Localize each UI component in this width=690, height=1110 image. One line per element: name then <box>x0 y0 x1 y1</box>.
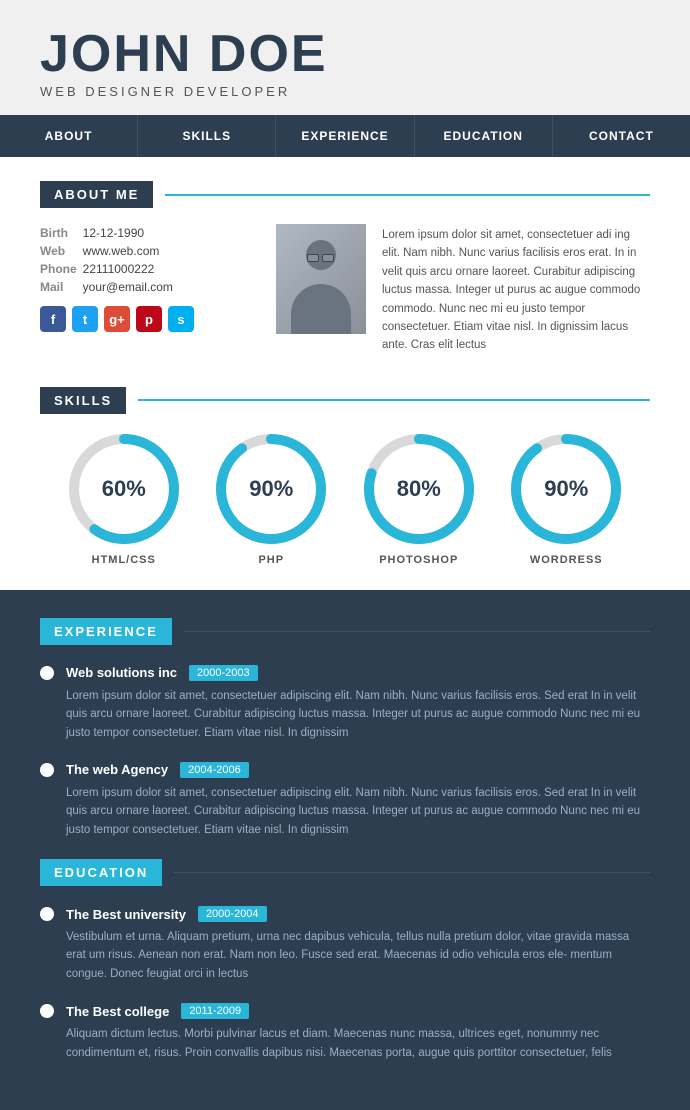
experience-list: Web solutions inc 2000-2003 Lorem ipsum … <box>40 665 650 839</box>
about-bio: Lorem ipsum dolor sit amet, consectetuer… <box>382 224 650 355</box>
dark-section: EXPERIENCE Web solutions inc 2000-2003 L… <box>0 590 690 1110</box>
mail-label: Mail <box>40 278 83 296</box>
skype-icon[interactable]: s <box>168 306 194 332</box>
about-info: Birth 12-12-1990 Web www.web.com Phone 2… <box>40 224 260 296</box>
edu-item-header: The Best college 2011-2009 <box>40 1003 650 1019</box>
skill-name: PHOTOSHOP <box>379 554 458 566</box>
skills-charts: 60% HTML/CSS 90% PHP 80% PHOTOSHOP 90% W… <box>40 434 650 566</box>
exp-company: Web solutions inc <box>66 665 177 680</box>
photo-glasses <box>307 254 335 262</box>
googleplus-icon[interactable]: g+ <box>104 306 130 332</box>
skill-item: 60% HTML/CSS <box>69 434 179 566</box>
donut-chart: 90% <box>216 434 326 544</box>
nav-contact[interactable]: CONTACT <box>553 115 690 157</box>
exp-years: 2000-2003 <box>189 665 258 681</box>
experience-title: EXPERIENCE <box>40 618 172 645</box>
phone-value: 22111000222 <box>83 260 179 278</box>
donut-percent: 60% <box>102 476 146 502</box>
phone-label: Phone <box>40 260 83 278</box>
skills-header: SKILLS <box>40 387 650 414</box>
birth-label: Birth <box>40 224 83 242</box>
facebook-icon[interactable]: f <box>40 306 66 332</box>
social-icons: f t g+ p s <box>40 306 260 332</box>
edu-school: The Best university <box>66 907 186 922</box>
donut-percent: 90% <box>249 476 293 502</box>
edu-description: Vestibulum et urna. Aliquam pretium, urn… <box>40 928 650 983</box>
skill-name: WORDRESS <box>530 554 603 566</box>
education-line <box>174 872 650 873</box>
about-content: Birth 12-12-1990 Web www.web.com Phone 2… <box>40 224 650 355</box>
person-name: JOHN DOE <box>40 28 650 80</box>
about-line <box>165 194 650 196</box>
exp-years: 2004-2006 <box>180 762 249 778</box>
skill-item: 80% PHOTOSHOP <box>364 434 474 566</box>
edu-dot <box>40 1004 54 1018</box>
edu-description: Aliquam dictum lectus. Morbi pulvinar la… <box>40 1025 650 1062</box>
mail-value: your@email.com <box>83 278 179 296</box>
skills-section: SKILLS 60% HTML/CSS 90% PHP 80% PHOTOSHO… <box>0 371 690 590</box>
exp-description: Lorem ipsum dolor sit amet, consectetuer… <box>40 687 650 742</box>
nav-experience[interactable]: EXPERIENCE <box>276 115 414 157</box>
exp-item-header: The web Agency 2004-2006 <box>40 762 650 778</box>
education-item: The Best university 2000-2004 Vestibulum… <box>40 906 650 983</box>
skill-item: 90% PHP <box>216 434 326 566</box>
exp-description: Lorem ipsum dolor sit amet, consectetuer… <box>40 784 650 839</box>
profile-photo <box>276 224 366 334</box>
exp-company: The web Agency <box>66 762 168 777</box>
donut-percent: 90% <box>544 476 588 502</box>
donut-chart: 90% <box>511 434 621 544</box>
nav-about[interactable]: ABOUT <box>0 115 138 157</box>
navigation: ABOUT SKILLS EXPERIENCE EDUCATION CONTAC… <box>0 115 690 157</box>
experience-item: Web solutions inc 2000-2003 Lorem ipsum … <box>40 665 650 742</box>
nav-education[interactable]: EDUCATION <box>415 115 553 157</box>
experience-item: The web Agency 2004-2006 Lorem ipsum dol… <box>40 762 650 839</box>
twitter-icon[interactable]: t <box>72 306 98 332</box>
donut-chart: 60% <box>69 434 179 544</box>
photo-body <box>291 284 351 334</box>
about-section: ABOUT ME Birth 12-12-1990 Web www.web.co… <box>0 157 690 371</box>
donut-chart: 80% <box>364 434 474 544</box>
header: JOHN DOE WEB DESIGNER DEVELOPER <box>0 0 690 99</box>
edu-years: 2000-2004 <box>198 906 267 922</box>
skill-name: PHP <box>258 554 284 566</box>
about-header: ABOUT ME <box>40 181 650 208</box>
person-title: WEB DESIGNER DEVELOPER <box>40 84 650 99</box>
about-left-col: Birth 12-12-1990 Web www.web.com Phone 2… <box>40 224 260 355</box>
edu-item-header: The Best university 2000-2004 <box>40 906 650 922</box>
experience-line <box>184 631 650 632</box>
pinterest-icon[interactable]: p <box>136 306 162 332</box>
web-value: www.web.com <box>83 242 179 260</box>
skills-line <box>138 399 650 401</box>
exp-dot <box>40 666 54 680</box>
exp-item-header: Web solutions inc 2000-2003 <box>40 665 650 681</box>
edu-years: 2011-2009 <box>181 1003 249 1019</box>
donut-percent: 80% <box>397 476 441 502</box>
exp-dot <box>40 763 54 777</box>
edu-dot <box>40 907 54 921</box>
edu-school: The Best college <box>66 1004 169 1019</box>
education-list: The Best university 2000-2004 Vestibulum… <box>40 906 650 1062</box>
education-item: The Best college 2011-2009 Aliquam dictu… <box>40 1003 650 1062</box>
nav-skills[interactable]: SKILLS <box>138 115 276 157</box>
experience-header: EXPERIENCE <box>40 618 650 645</box>
skill-item: 90% WORDRESS <box>511 434 621 566</box>
skill-name: HTML/CSS <box>92 554 156 566</box>
web-label: Web <box>40 242 83 260</box>
birth-value: 12-12-1990 <box>83 224 179 242</box>
skills-title: SKILLS <box>40 387 126 414</box>
about-title: ABOUT ME <box>40 181 153 208</box>
education-title: EDUCATION <box>40 859 162 886</box>
education-header: EDUCATION <box>40 859 650 886</box>
